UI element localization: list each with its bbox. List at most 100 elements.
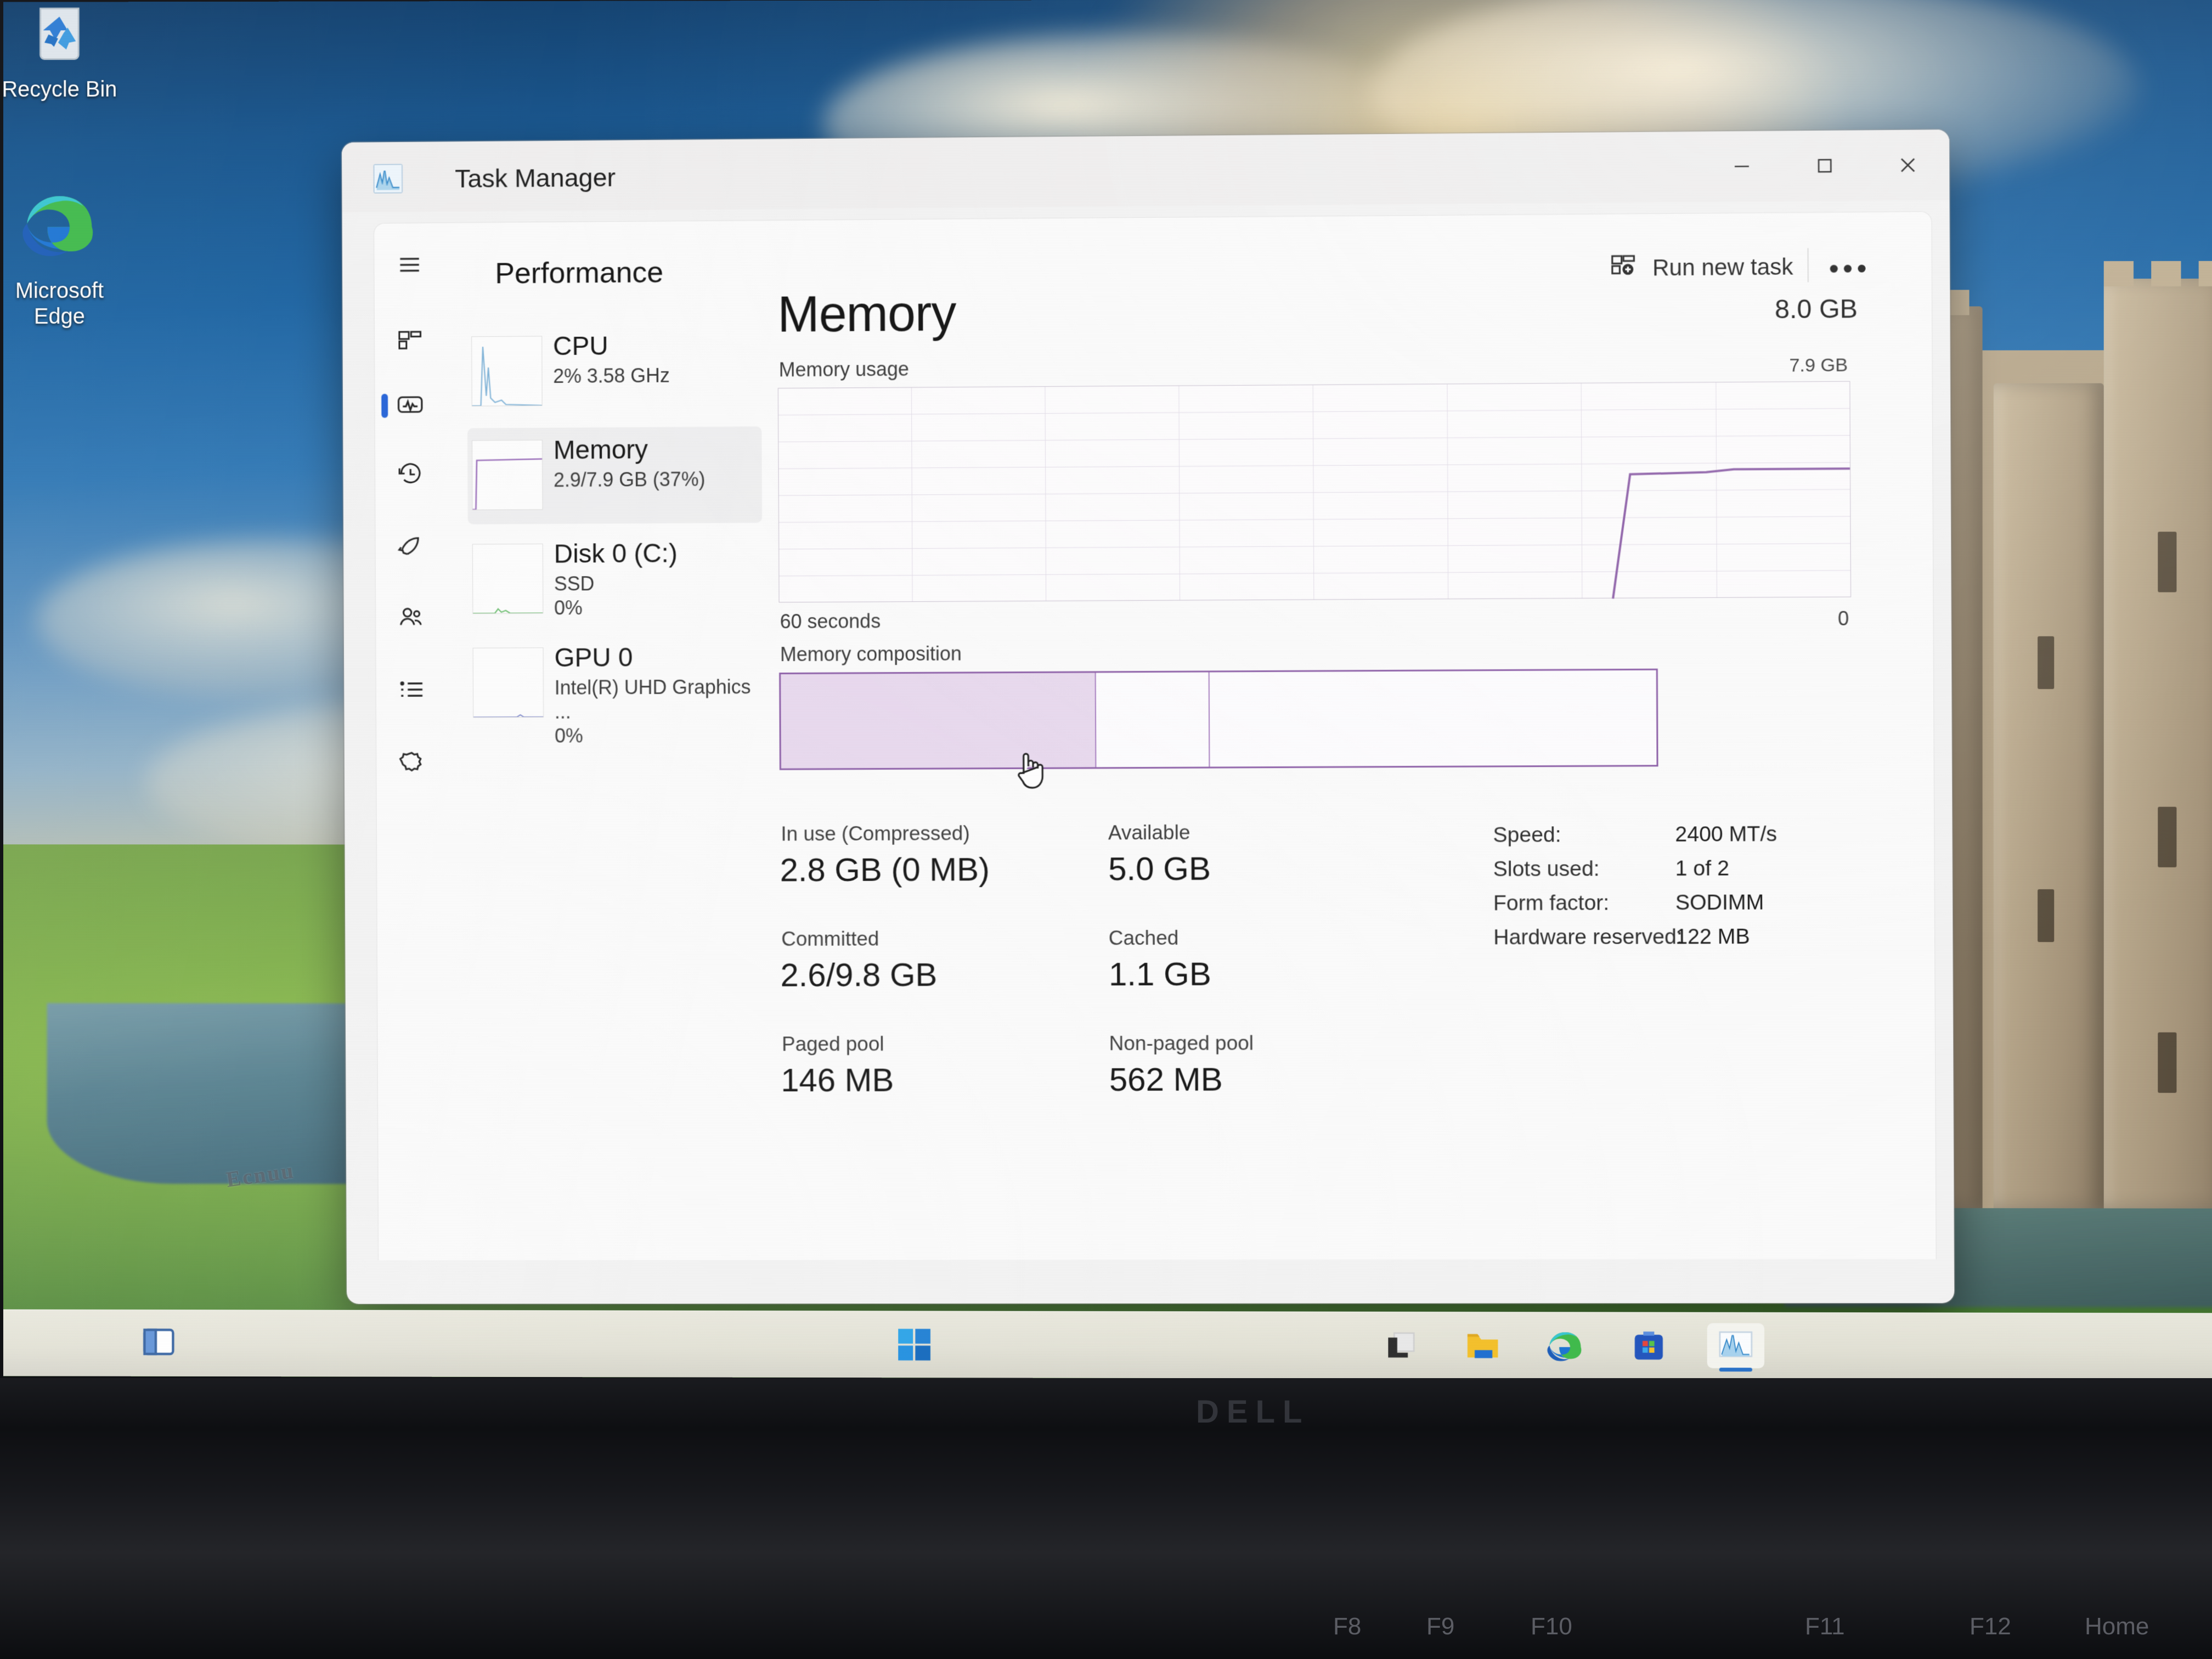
- maximize-icon: [1813, 154, 1837, 178]
- memory-usage-line: [778, 382, 1850, 603]
- hamburger-icon: [396, 251, 424, 279]
- rocket-icon: [396, 531, 426, 560]
- spec-row: Slots used: 1 of 2: [1493, 856, 1858, 891]
- sidebar-item-hamburger[interactable]: [374, 234, 445, 295]
- spec-key: Form factor:: [1493, 891, 1610, 916]
- resource-list[interactable]: CPU 2% 3.58 GHz Memory 2.9/7.9 GB (37%): [467, 323, 763, 747]
- resource-subtitle: Intel(R) UHD Graphics ...: [554, 675, 751, 723]
- stat-label: Committed: [781, 927, 879, 950]
- resource-detail: SSD 0%: [554, 572, 595, 620]
- stat-label: Cached: [1108, 926, 1179, 950]
- taskbar-item-task-view[interactable]: [1372, 1323, 1429, 1368]
- task-manager-window[interactable]: Task Manager Performance Run new task ••…: [341, 129, 1955, 1304]
- users-icon: [397, 603, 426, 633]
- sidebar-item-processes[interactable]: [375, 309, 445, 371]
- taskbar[interactable]: Search: [3, 1309, 2212, 1380]
- spec-value: 2400 MT/s: [1675, 822, 1778, 847]
- taskbar-item-microsoft-store[interactable]: [1620, 1323, 1677, 1368]
- desktop-icon-label: Recycle Bin: [3, 77, 117, 102]
- resource-item-gpu[interactable]: GPU 0 Intel(R) UHD Graphics ... 0%: [469, 634, 763, 747]
- sidebar-item-startup-apps[interactable]: [375, 515, 446, 576]
- edge-icon: [1547, 1332, 1582, 1362]
- desktop-icon-label: Microsoft Edge: [15, 279, 104, 329]
- minimize-button[interactable]: [1700, 131, 1784, 202]
- spec-key: Hardware reserved:: [1493, 925, 1683, 950]
- resource-name: Disk 0 (C:): [554, 539, 678, 569]
- performance-icon: [396, 390, 425, 419]
- window-title-bar[interactable]: Task Manager: [341, 129, 1950, 213]
- stat-label: Available: [1108, 821, 1190, 844]
- taskbar-item-file-explorer[interactable]: [1454, 1323, 1511, 1368]
- function-key-f12[interactable]: F12: [1970, 1613, 2011, 1640]
- task-view-icon: [1388, 1327, 1418, 1358]
- memory-composition-bar: [779, 668, 1658, 770]
- desktop-icon-recycle-bin[interactable]: Recycle Bin: [3, 0, 122, 103]
- more-options-button[interactable]: •••: [1829, 252, 1871, 285]
- maximize-button[interactable]: [1783, 130, 1866, 201]
- window-body: Performance Run new task ••• CPU 2% 3.58…: [342, 200, 1954, 1304]
- task-manager-icon: [373, 163, 403, 194]
- resource-detail: Intel(R) UHD Graphics ... 0%: [555, 675, 763, 748]
- memory-usage-max-label: 7.9 GB: [1789, 354, 1848, 376]
- sidebar-item-users[interactable]: [376, 587, 447, 648]
- stat-value: 146 MB: [781, 1062, 894, 1099]
- desktop-icon-microsoft-edge[interactable]: Microsoft Edge: [3, 182, 122, 330]
- brand-logo: DELL: [1196, 1394, 1310, 1430]
- sidebar-item-app-history[interactable]: [375, 444, 446, 505]
- stat-value: 1.1 GB: [1108, 955, 1212, 993]
- laptop-keyboard-deck: [0, 1378, 2212, 1659]
- stat-value: 2.8 GB (0 MB): [780, 850, 990, 889]
- folder-icon: [1467, 1334, 1498, 1358]
- task-manager-icon: [1718, 1328, 1754, 1364]
- graph-x-left-label: 60 seconds: [780, 610, 881, 633]
- resource-item-disk[interactable]: Disk 0 (C:) SSD 0%: [468, 531, 763, 628]
- resource-name: Memory: [553, 435, 648, 465]
- windows-start-icon: [898, 1329, 930, 1361]
- memory-specs: Speed: 2400 MT/s Slots used: 1 of 2 Form…: [1493, 822, 1858, 960]
- function-key-f10[interactable]: F10: [1531, 1613, 1572, 1640]
- sidebar-item-services[interactable]: [376, 732, 447, 793]
- spec-value: 122 MB: [1675, 924, 1750, 949]
- function-key-f8[interactable]: F8: [1333, 1613, 1361, 1640]
- memory-capacity: 8.0 GB: [1775, 294, 1858, 325]
- mouse-cursor-hand: [1013, 744, 1048, 791]
- taskbar-item-microsoft-edge[interactable]: [1537, 1323, 1594, 1368]
- store-icon: [1634, 1331, 1663, 1360]
- resource-name: GPU 0: [554, 643, 633, 673]
- content-card: Performance Run new task ••• CPU 2% 3.58…: [373, 211, 1937, 1261]
- taskbar-item-task-manager[interactable]: [1707, 1323, 1765, 1369]
- window-title: Task Manager: [455, 162, 616, 193]
- resource-name: CPU: [552, 331, 608, 362]
- laptop-photo: Recycle Bin Microsoft Edge Ecnuu s7034t1: [0, 0, 2212, 1659]
- graph-x-right-label: 0: [1837, 607, 1849, 630]
- header-divider: [1807, 248, 1809, 283]
- spec-row: Form factor: SODIMM: [1493, 890, 1858, 926]
- function-key-f11[interactable]: F11: [1805, 1613, 1845, 1640]
- widgets-icon: [140, 1324, 178, 1360]
- sidebar-item-details[interactable]: [376, 659, 447, 720]
- memory-usage-graph: [777, 381, 1852, 603]
- close-button[interactable]: [1866, 129, 1950, 201]
- run-new-task-button[interactable]: Run new task: [1608, 249, 1793, 286]
- sidebar-item-performance[interactable]: [375, 374, 445, 435]
- stat-value: 562 MB: [1109, 1060, 1223, 1098]
- resource-detail: 2% 3.58 GHz: [553, 364, 670, 387]
- function-key-f9[interactable]: F9: [1426, 1613, 1454, 1640]
- gpu-mini-graph: [472, 647, 544, 718]
- sidebar-rail[interactable]: [374, 223, 449, 1261]
- resource-item-memory[interactable]: Memory 2.9/7.9 GB (37%): [467, 426, 763, 524]
- run-new-task-label: Run new task: [1652, 253, 1793, 281]
- resource-item-cpu[interactable]: CPU 2% 3.58 GHz: [467, 323, 761, 421]
- memory-composition-label: Memory composition: [780, 642, 962, 666]
- stat-value: 2.6/9.8 GB: [780, 956, 938, 994]
- widgets-button[interactable]: [140, 1324, 178, 1360]
- spec-row: Hardware reserved: 122 MB: [1493, 924, 1858, 960]
- edge-icon: [3, 182, 122, 270]
- spec-key: Speed:: [1493, 823, 1561, 847]
- desktop[interactable]: Recycle Bin Microsoft Edge Ecnuu s7034t1: [3, 0, 2212, 1380]
- recycle-bin-icon: [3, 0, 122, 70]
- function-key-home[interactable]: Home: [2085, 1613, 2149, 1640]
- start-button[interactable]: [886, 1322, 943, 1367]
- memory-heading: Memory: [777, 285, 956, 343]
- memory-mini-graph: [471, 439, 543, 510]
